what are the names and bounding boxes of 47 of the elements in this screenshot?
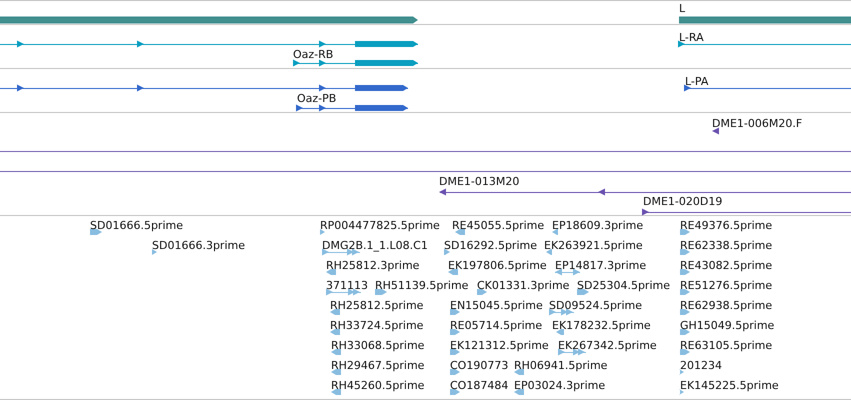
feature-label: 201234 bbox=[680, 359, 722, 372]
feature-label: EN15045.5prime bbox=[450, 299, 543, 312]
feature-label: RH25812.3prime bbox=[326, 259, 420, 272]
feature-label: RE62338.5prime bbox=[680, 239, 772, 252]
feature-label: CO190773 bbox=[450, 359, 508, 372]
feature-label: RE05714.5prime bbox=[450, 319, 542, 332]
feature-label: Oaz-RB bbox=[293, 48, 334, 61]
feature-label: CK01331.3prime bbox=[477, 279, 570, 292]
feature-label: SD01666.3prime bbox=[152, 239, 245, 252]
feature-label: L bbox=[679, 2, 686, 15]
feature-label: DME1-013M20 bbox=[439, 175, 520, 188]
feature-label: EK267342.5prime bbox=[558, 339, 657, 352]
feature-label: EP03024.3prime bbox=[514, 379, 606, 392]
feature-label: RH25812.5prime bbox=[330, 299, 424, 312]
feature-label: EP14817.3prime bbox=[555, 259, 646, 272]
feature-label: RH33724.5prime bbox=[330, 319, 424, 332]
feature-label: RE62938.5prime bbox=[680, 299, 772, 312]
feature-label: EK197806.5prime bbox=[448, 259, 547, 272]
feature-label: DME1-006M20.F bbox=[712, 117, 802, 130]
feature-label: EK263921.5prime bbox=[544, 239, 643, 252]
feature-label: 371113 bbox=[326, 279, 368, 292]
feature-label: RP004477825.5prime bbox=[320, 219, 440, 232]
feature-label: RH51139.5prime bbox=[375, 279, 468, 292]
feature-label: RE49376.5prime bbox=[680, 219, 772, 232]
feature-label: RE43082.5prime bbox=[680, 259, 772, 272]
feature-label: RH29467.5prime bbox=[331, 359, 424, 372]
feature-label: L-PA bbox=[685, 75, 708, 88]
feature-label: GH15049.5prime bbox=[680, 319, 774, 332]
feature-label: SD01666.5prime bbox=[90, 219, 183, 232]
feature-label: DME1-020D19 bbox=[643, 195, 722, 208]
feature-label: CO187484 bbox=[450, 379, 508, 392]
feature-label: EK121312.5prime bbox=[450, 339, 549, 352]
feature-label: RE45055.5prime bbox=[452, 219, 544, 232]
feature-label: RH33068.5prime bbox=[331, 339, 424, 352]
feature-label: L-RA bbox=[679, 31, 704, 44]
feature-label: EP18609.3prime bbox=[552, 219, 644, 232]
feature-label: SD25304.5prime bbox=[577, 279, 670, 292]
feature-label: Oaz-PB bbox=[297, 92, 336, 105]
feature-label: SD16292.5prime bbox=[444, 239, 537, 252]
feature-label: EK145225.5prime bbox=[680, 379, 779, 392]
feature-label: DMG2B.1_1.L08.C1 bbox=[322, 239, 428, 252]
feature-label: RH45260.5prime bbox=[331, 379, 424, 392]
feature-label: EK178232.5prime bbox=[552, 319, 651, 332]
feature-label: RH06941.5prime bbox=[514, 359, 608, 372]
feature-label: SD09524.5prime bbox=[549, 299, 642, 312]
feature-label: RE63105.5prime bbox=[680, 339, 772, 352]
feature-label: RE51276.5prime bbox=[680, 279, 772, 292]
